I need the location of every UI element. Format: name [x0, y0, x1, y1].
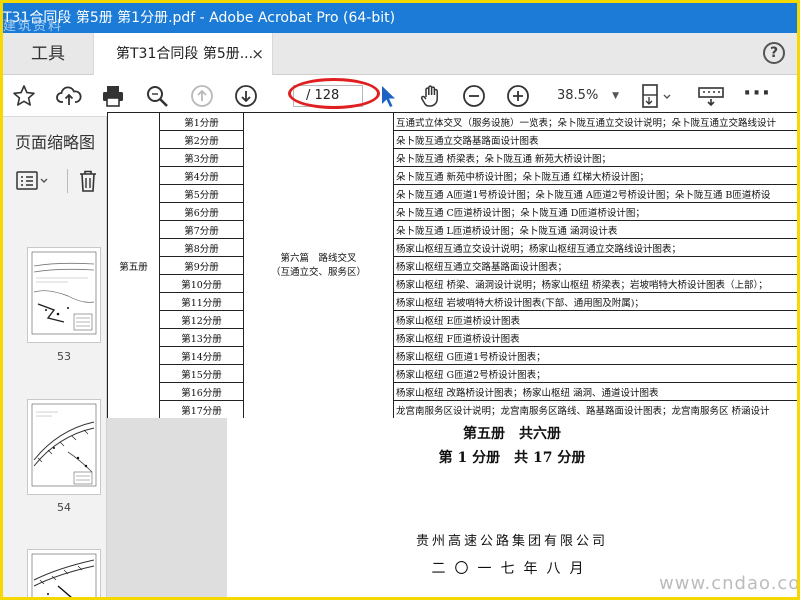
zoom-level-dropdown[interactable]: 38.5% ▼ — [551, 85, 623, 107]
description-cell: 杨家山枢纽 改路桥设计图表；杨家山枢纽 涵洞、通道设计图表 — [393, 382, 797, 401]
subvolume-cell: 第9分册 — [159, 256, 244, 275]
corner-watermark: 建筑资料 — [3, 19, 64, 33]
thumbnail-page-54[interactable] — [27, 399, 101, 495]
subvolume-cell: 第16分册 — [159, 382, 244, 401]
app-window: T31合同段 第5册 第1分册.pdf - Adobe Acrobat Pro … — [3, 3, 797, 597]
subvolume-count-line: 第 1 分册 共 17 分册 — [438, 450, 586, 466]
zoom-in-icon[interactable] — [505, 83, 531, 109]
title-bar: T31合同段 第5册 第1分册.pdf - Adobe Acrobat Pro … — [3, 3, 797, 33]
thumbnail-page-number: 54 — [57, 501, 71, 514]
next-page-icon[interactable] — [233, 83, 259, 109]
table-row: 第15分册 杨家山枢纽 G匝道2号桥设计图表； — [108, 364, 797, 383]
table-row: 第3分册 朵卜陇互通 桥梁表；朵卜陇互通 新苑大桥设计图； — [108, 148, 797, 167]
subvolume-cell: 第15分册 — [159, 364, 244, 383]
pane-title: 页面缩略图 — [15, 133, 96, 152]
table-row: 第12分册 杨家山枢纽 E匝道桥设计图表 — [108, 310, 797, 329]
table-row: 第9分册 杨家山枢纽互通立交路基路面设计图表； — [108, 256, 797, 275]
chevron-down-icon: ▼ — [612, 91, 619, 101]
zoom-search-icon[interactable] — [144, 83, 170, 109]
subvolume-cell: 第4分册 — [159, 166, 244, 185]
trash-icon[interactable] — [77, 169, 99, 197]
description-cell: 杨家山枢纽 G匝道2号桥设计图表； — [393, 364, 797, 383]
zoom-out-icon[interactable] — [461, 83, 487, 109]
description-cell: 杨家山枢纽 岩坡哨特大桥设计图表(下部、通用图及附属)； — [393, 292, 797, 311]
subvolume-cell: 第17分册 — [159, 400, 244, 418]
chapter-cell: 第六篇 路线交叉 （互通立交、服务区） — [243, 112, 394, 418]
volume-cell: 第五册 — [107, 112, 160, 418]
more-options-icon[interactable]: ··· — [743, 83, 771, 105]
keyboard-tool-icon[interactable] — [696, 83, 726, 109]
thumbnail-options-icon[interactable] — [15, 169, 49, 197]
description-cell: 朵卜陇互通 桥梁表；朵卜陇互通 新苑大桥设计图； — [393, 148, 797, 167]
close-icon[interactable]: × — [251, 33, 264, 75]
subvolume-cell: 第12分册 — [159, 310, 244, 329]
description-cell: 杨家山枢纽互通立交设计说明；杨家山枢纽互通立交路线设计图表； — [393, 238, 797, 257]
table-row: 第4分册 朵卜陇互通 新苑中桥设计图；朵卜陇互通 红梯大桥设计图； — [108, 166, 797, 185]
volume-table: 第五册 第1分册 第六篇 路线交叉 （互通立交、服务区） 互通式立体交叉（服务设施）一览… — [107, 112, 797, 418]
site-watermark: www.cndao.com — [659, 573, 797, 594]
subvolume-cell: 第8分册 — [159, 238, 244, 257]
help-icon[interactable]: ? — [763, 42, 785, 64]
description-cell: 互通式立体交叉（服务设施）一览表；朵卜陇互通立交设计说明；朵卜陇互通立交路线设计 — [393, 112, 797, 131]
cloud-upload-icon[interactable] — [56, 83, 82, 109]
description-cell: 杨家山枢纽 G匝道1号桥设计图表； — [393, 346, 797, 365]
select-cursor-icon[interactable] — [375, 83, 401, 109]
fit-page-icon[interactable] — [639, 83, 675, 109]
table-row: 第13分册 杨家山枢纽 F匝道桥设计图表 — [108, 328, 797, 347]
table-row: 第5分册 朵卜陇互通 A匝道1号桥设计图；朵卜陇互通 A匝道2号桥设计图；朵卜陇互… — [108, 184, 797, 203]
description-cell: 朵卜陇互通立交路基路面设计图表 — [393, 130, 797, 149]
table-row: 第7分册 朵卜陇互通 L匝道桥设计图；朵卜陇互通 涵洞设计表 — [108, 220, 797, 239]
description-cell: 朵卜陇互通 C匝道桥设计图；朵卜陇互通 D匝道桥设计图； — [393, 202, 797, 221]
subvolume-cell: 第5分册 — [159, 184, 244, 203]
subvolume-cell: 第11分册 — [159, 292, 244, 311]
description-cell: 杨家山枢纽 F匝道桥设计图表 — [393, 328, 797, 347]
tab-document[interactable]: 第T31合同段 第5册... × — [93, 33, 273, 75]
subvolume-cell: 第10分册 — [159, 274, 244, 293]
description-cell: 杨家山枢纽 桥梁、涵洞设计说明；杨家山枢纽 桥梁表；岩坡哨特大桥设计图表（上部）… — [393, 274, 797, 293]
previous-page-icon[interactable] — [189, 83, 215, 109]
subvolume-cell: 第6分册 — [159, 202, 244, 221]
subvolume-cell: 第1分册 — [159, 112, 244, 131]
tab-document-label: 第T31合同段 第5册... — [116, 46, 254, 62]
table-row: 第6分册 朵卜陇互通 C匝道桥设计图；朵卜陇互通 D匝道桥设计图； — [108, 202, 797, 221]
thumbnail-page-53[interactable] — [27, 247, 101, 343]
red-annotation-ellipse — [288, 78, 380, 109]
star-icon[interactable] — [11, 83, 37, 109]
tab-tools[interactable]: 工具 — [3, 33, 93, 75]
organization-name: 贵州高速公路集团有限公司 — [415, 534, 608, 549]
table-row: 第五册 第1分册 第六篇 路线交叉 （互通立交、服务区） 互通式立体交叉（服务设施）一览… — [107, 112, 797, 418]
subvolume-cell: 第3分册 — [159, 148, 244, 167]
pane-tool-divider — [67, 169, 68, 193]
description-cell: 龙宫南服务区设计说明；龙宫南服务区路线、路基路面设计图表；龙宫南服务区 桥涵设计 — [393, 400, 797, 418]
thumbnail-page-55[interactable] — [27, 549, 101, 597]
table-row: 第2分册 朵卜陇互通立交路基路面设计图表 — [108, 130, 797, 149]
table-row: 第10分册 杨家山枢纽 桥梁、涵洞设计说明；杨家山枢纽 桥梁表；岩坡哨特大桥设计图… — [108, 274, 797, 293]
thumbnail-page-number: 53 — [57, 350, 71, 363]
description-cell: 杨家山枢纽互通立交路基路面设计图表； — [393, 256, 797, 275]
table-row: 第11分册 杨家山枢纽 岩坡哨特大桥设计图表(下部、通用图及附属)； — [108, 292, 797, 311]
table-row: 第8分册 杨家山枢纽互通立交设计说明；杨家山枢纽互通立交路线设计图表； — [108, 238, 797, 257]
description-cell: 朵卜陇互通 A匝道1号桥设计图；朵卜陇互通 A匝道2号桥设计图；朵卜陇互通 B匝… — [393, 184, 797, 203]
thumbnail-pane: 页面缩略图 53 54 — [3, 117, 107, 597]
zoom-level-value: 38.5% — [557, 88, 599, 103]
description-cell: 朵卜陇互通 新苑中桥设计图；朵卜陇互通 红梯大桥设计图； — [393, 166, 797, 185]
table-row: 第14分册 杨家山枢纽 G匝道1号桥设计图表； — [108, 346, 797, 365]
volume-count-line: 第五册 共六册 — [463, 426, 561, 442]
toolbar: / 128 38.5% ▼ ··· — [3, 75, 797, 117]
tab-bar: 工具 第T31合同段 第5册... × ? — [3, 33, 797, 75]
volume-table-overlay: 第五册 第1分册 第六篇 路线交叉 （互通立交、服务区） 互通式立体交叉（服务设施）一览… — [107, 112, 797, 418]
table-row: 第17分册 龙宫南服务区设计说明；龙宫南服务区路线、路基路面设计图表；龙宫南服务区… — [108, 400, 797, 418]
subvolume-cell: 第2分册 — [159, 130, 244, 149]
subvolume-cell: 第14分册 — [159, 346, 244, 365]
description-cell: 朵卜陇互通 L匝道桥设计图；朵卜陇互通 涵洞设计表 — [393, 220, 797, 239]
print-icon[interactable] — [100, 83, 126, 109]
hand-tool-icon[interactable] — [418, 83, 444, 109]
subvolume-cell: 第13分册 — [159, 328, 244, 347]
description-cell: 杨家山枢纽 E匝道桥设计图表 — [393, 310, 797, 329]
subvolume-cell: 第7分册 — [159, 220, 244, 239]
table-row: 第16分册 杨家山枢纽 改路桥设计图表；杨家山枢纽 涵洞、通道设计图表 — [108, 382, 797, 401]
